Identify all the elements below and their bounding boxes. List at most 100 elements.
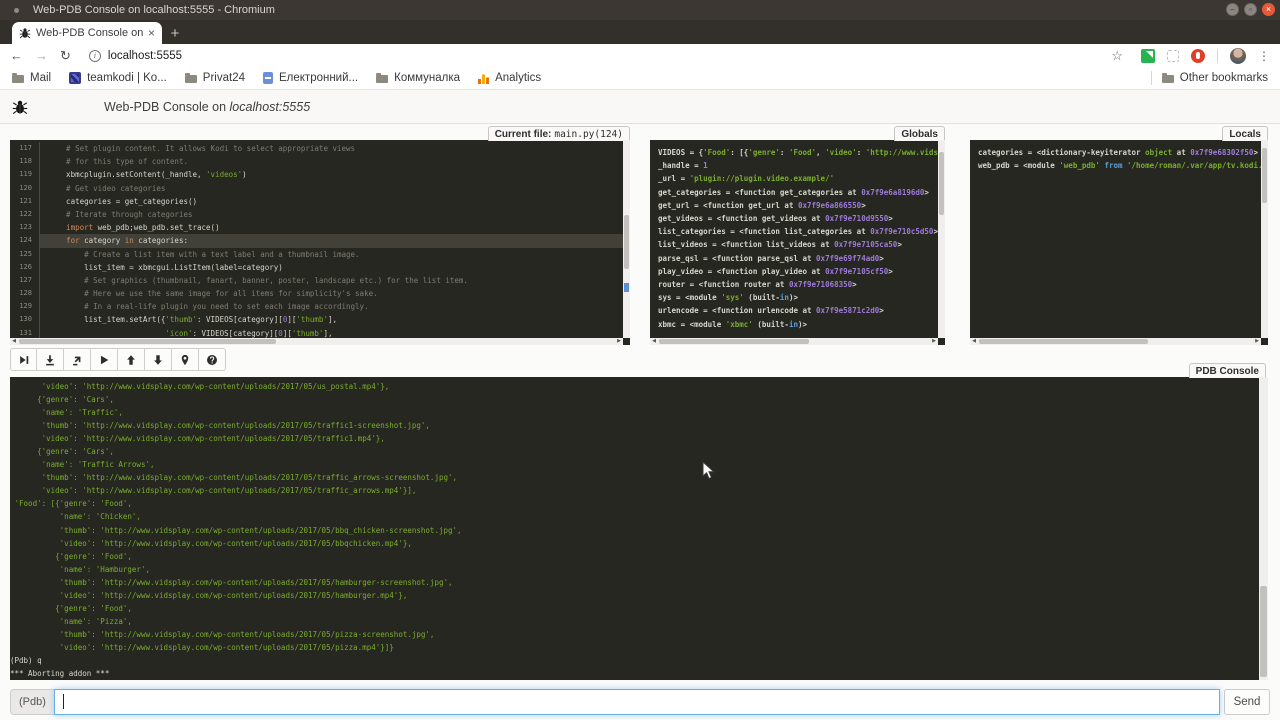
scrollbar-thumb[interactable] <box>1260 586 1267 677</box>
step-out-button[interactable] <box>64 348 91 371</box>
code-line: 128 # Here we use the same image for all… <box>10 287 623 300</box>
code-line: 130 list_item.setArt({'thumb': VIDEOS[ca… <box>10 313 623 326</box>
site-info-icon[interactable]: i <box>89 50 101 62</box>
up-button[interactable] <box>118 348 145 371</box>
console-line: (Pdb) q <box>10 654 1259 667</box>
globals-line: VIDEOS = {'Food': [{'genre': 'Food', 'vi… <box>650 146 938 159</box>
profile-avatar[interactable] <box>1230 48 1246 64</box>
bookmark-item[interactable]: Коммуналка <box>376 72 460 84</box>
send-button[interactable]: Send <box>1224 689 1270 715</box>
console-line: 'video': 'http://www.vidsplay.com/wp-con… <box>10 380 1259 393</box>
code-text: # Create a list item with a text label a… <box>40 248 623 261</box>
console-line: {'genre': 'Cars', <box>10 445 1259 458</box>
console-line: 'name': 'Traffic Arrows', <box>10 458 1259 471</box>
console-vertical-scrollbar[interactable] <box>1259 377 1268 680</box>
extension-icon-red[interactable] <box>1191 49 1205 63</box>
globals-line: get_videos = <function get_videos at 0x7… <box>650 212 938 225</box>
reload-icon[interactable]: ↻ <box>60 49 71 62</box>
bookmark-item[interactable]: teamkodi | Ko... <box>69 72 167 84</box>
console-line: 'name': 'Pizza', <box>10 615 1259 628</box>
pdb-command-input[interactable] <box>54 689 1220 715</box>
line-number: 122 <box>10 208 40 221</box>
doc-icon <box>263 72 273 84</box>
scroll-right-icon[interactable]: ▶ <box>1253 338 1261 345</box>
scrollbar-thumb[interactable] <box>939 152 944 215</box>
globals-line: get_url = <function get_url at 0x7f9e6a8… <box>650 199 938 212</box>
other-bookmarks-button[interactable]: Other bookmarks <box>1162 72 1268 84</box>
console-line: 'video': 'http://www.vidsplay.com/wp-con… <box>10 484 1259 497</box>
code-line: 129 # In a real-life plugin you need to … <box>10 300 623 313</box>
where-button[interactable] <box>172 348 199 371</box>
bookmark-star-icon[interactable]: ☆ <box>1111 48 1123 64</box>
step-into-button[interactable] <box>37 348 64 371</box>
bookmark-label: Електронний... <box>279 72 358 84</box>
line-number: 123 <box>10 221 40 234</box>
code-text: for category in categories: <box>40 234 623 247</box>
forward-icon[interactable]: → <box>35 49 48 62</box>
maximize-button[interactable]: ▫ <box>1244 3 1257 16</box>
code-line: 123 import web_pdb;web_pdb.set_trace() <box>10 221 623 234</box>
console-line: {'genre': 'Food', <box>10 550 1259 563</box>
line-number: 119 <box>10 168 40 181</box>
extension-icon-gray[interactable] <box>1167 50 1179 62</box>
locals-vertical-scrollbar[interactable] <box>1261 140 1268 338</box>
new-tab-button[interactable]: + <box>162 23 188 43</box>
scroll-left-icon[interactable]: ◀ <box>10 338 18 345</box>
scrollbar-thumb[interactable] <box>659 339 809 344</box>
code-line: 121 categories = get_categories() <box>10 195 623 208</box>
line-number: 124 <box>10 234 40 247</box>
scroll-left-icon[interactable]: ◀ <box>650 338 658 345</box>
continue-button[interactable] <box>91 348 118 371</box>
globals-line: _url = 'plugin://plugin.video.example/' <box>650 172 938 185</box>
bookmark-item[interactable]: Analytics <box>478 72 541 84</box>
tab-close-icon[interactable]: × <box>148 26 155 40</box>
line-number: 126 <box>10 261 40 274</box>
bookmark-item[interactable]: Privat24 <box>185 72 245 84</box>
scroll-right-icon[interactable]: ▶ <box>930 338 938 345</box>
back-icon[interactable]: ← <box>10 49 23 62</box>
locals-horizontal-scrollbar[interactable]: ◀ ▶ <box>970 338 1261 345</box>
step-next-icon <box>18 354 30 366</box>
down-icon <box>152 354 164 366</box>
console-line: 'thumb': 'http://www.vidsplay.com/wp-con… <box>10 628 1259 641</box>
scroll-right-icon[interactable]: ▶ <box>615 338 623 345</box>
minimize-button[interactable]: – <box>1226 3 1239 16</box>
scrollbar-thumb[interactable] <box>979 339 1148 344</box>
chart-icon <box>478 73 489 84</box>
code-line: 117 # Set plugin content. It allows Kodi… <box>10 142 623 155</box>
scrollbar-thumb[interactable] <box>624 215 629 268</box>
globals-vertical-scrollbar[interactable] <box>938 140 945 338</box>
locals-lines: categories = <dictionary-keyiterator obj… <box>970 140 1261 338</box>
code-text: list_item = xbmcgui.ListItem(label=categ… <box>40 261 623 274</box>
url-omnibox[interactable]: i localhost:5555 ☆ <box>83 47 1129 65</box>
line-number: 125 <box>10 248 40 261</box>
extension-icon-green[interactable] <box>1141 49 1155 63</box>
page-header: Web-PDB Console on localhost:5555 <box>0 90 1280 124</box>
code-vertical-scrollbar[interactable] <box>623 140 630 338</box>
code-text: list_item.setArt({'thumb': VIDEOS[catego… <box>40 313 623 326</box>
scroll-left-icon[interactable]: ◀ <box>970 338 978 345</box>
globals-panel: Globals VIDEOS = {'Food': [{'genre': 'Fo… <box>650 140 945 345</box>
line-number: 127 <box>10 274 40 287</box>
step-next-button[interactable] <box>10 348 37 371</box>
prompt-row: (Pdb) Send <box>10 689 1270 715</box>
pdb-console-tab: PDB Console <box>1189 363 1266 378</box>
scrollbar-thumb[interactable] <box>19 339 276 344</box>
scrollbar-thumb[interactable] <box>1262 148 1267 203</box>
url-text[interactable]: localhost:5555 <box>108 50 182 62</box>
app-icon <box>14 8 19 13</box>
folder-icon <box>376 75 388 83</box>
bookmark-item[interactable]: Mail <box>12 72 51 84</box>
globals-horizontal-scrollbar[interactable]: ◀ ▶ <box>650 338 938 345</box>
help-button[interactable] <box>199 348 226 371</box>
close-button[interactable]: × <box>1262 3 1275 16</box>
console-line: {'genre': 'Cars', <box>10 393 1259 406</box>
code-text: # Iterate through categories <box>40 208 623 221</box>
browser-tab[interactable]: Web-PDB Console on loca × <box>12 22 162 44</box>
window-titlebar: Web-PDB Console on localhost:5555 - Chro… <box>0 0 1280 20</box>
code-horizontal-scrollbar[interactable]: ◀ ▶ <box>10 338 623 345</box>
browser-menu-icon[interactable]: ⋮ <box>1258 49 1270 63</box>
bookmark-item[interactable]: Електронний... <box>263 72 358 84</box>
down-button[interactable] <box>145 348 172 371</box>
debug-toolbar <box>10 348 226 371</box>
